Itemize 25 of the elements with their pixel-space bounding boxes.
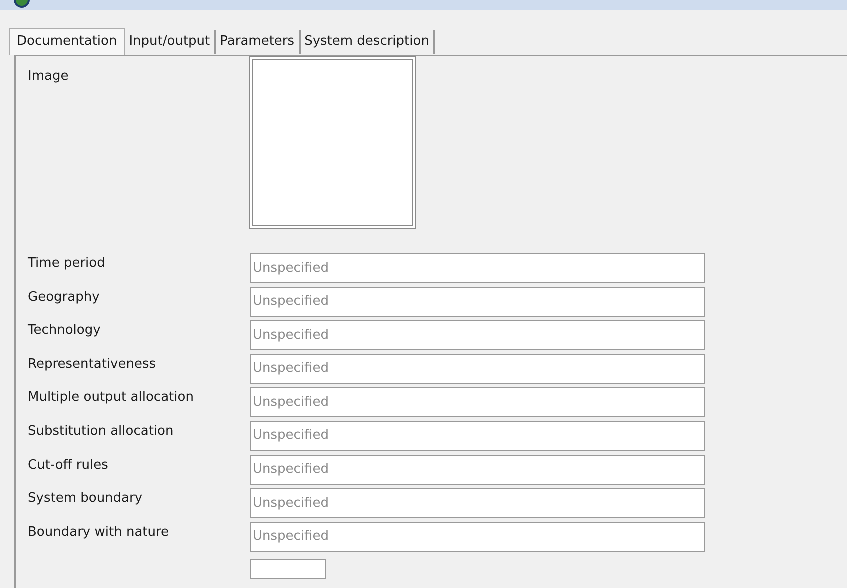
field-label: Representativeness xyxy=(28,356,158,374)
field-label: Cut-off rules xyxy=(28,456,110,475)
field-label: Multiple output allocation xyxy=(28,389,195,408)
input-field[interactable]: Unspecified xyxy=(250,320,705,350)
field-label: System boundary xyxy=(28,490,144,508)
field-label: Geography xyxy=(28,288,101,307)
input-field[interactable]: Unspecified xyxy=(250,522,705,552)
input-field[interactable]: Unspecified xyxy=(250,354,705,384)
input-field[interactable]: Unspecified xyxy=(250,488,705,518)
input-field[interactable]: Unspecified xyxy=(250,286,705,317)
tab[interactable]: Parameters xyxy=(216,30,301,54)
field-label: Substitution allocation xyxy=(28,422,175,441)
field-label: Technology xyxy=(28,322,102,340)
input-field[interactable]: Unspecified xyxy=(250,253,705,283)
tab[interactable]: Input/output xyxy=(125,30,216,54)
tab[interactable]: System description xyxy=(300,30,436,54)
input-field[interactable]: Unspecified xyxy=(250,387,705,418)
input-field[interactable]: Unspecified xyxy=(250,454,705,485)
image-box[interactable] xyxy=(249,56,416,229)
field-label: Time period xyxy=(28,255,106,273)
field-label: Image xyxy=(28,68,70,86)
tab[interactable]: Documentation xyxy=(9,28,126,55)
field-label: Boundary with nature xyxy=(28,524,170,542)
input-field[interactable] xyxy=(250,559,326,580)
input-field[interactable]: Unspecified xyxy=(250,420,705,451)
